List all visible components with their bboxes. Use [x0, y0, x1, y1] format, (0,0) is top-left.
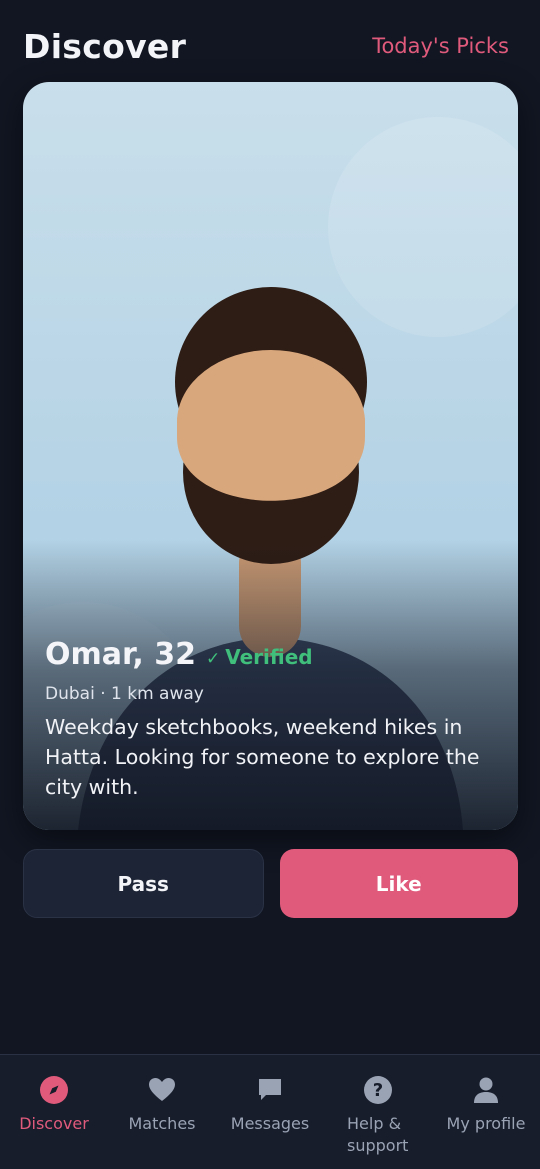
chat-bubble-icon — [255, 1075, 285, 1105]
nav-item-profile[interactable]: My profile — [432, 1055, 540, 1169]
svg-text:?: ? — [373, 1080, 383, 1101]
bottom-nav: Discover Matches Messages ? Help & suppo… — [0, 1054, 540, 1169]
nav-label-messages: Messages — [230, 1114, 310, 1133]
compass-icon — [39, 1075, 69, 1105]
person-icon — [471, 1075, 501, 1105]
verified-label: Verified — [225, 645, 313, 669]
verified-badge: ✓ Verified — [206, 645, 313, 669]
profile-bio: Weekday sketchbooks, weekend hikes in Ha… — [45, 715, 480, 799]
nav-item-discover[interactable]: Discover — [0, 1055, 108, 1169]
profile-info: Omar, 32 ✓ Verified Dubai · 1 km away Wee… — [45, 637, 496, 802]
nav-label-matches: Matches — [128, 1114, 196, 1133]
nav-label-profile: My profile — [446, 1114, 526, 1133]
profile-location: Dubai · 1 km away — [45, 684, 204, 704]
nav-item-messages[interactable]: Messages — [216, 1055, 324, 1169]
pass-button[interactable]: Pass — [23, 849, 264, 918]
nav-item-help[interactable]: ? Help & support — [324, 1055, 432, 1169]
nav-label-discover: Discover — [19, 1114, 89, 1133]
todays-picks-link[interactable]: Today's Picks — [372, 34, 509, 58]
heart-icon — [147, 1075, 177, 1105]
like-button[interactable]: Like — [279, 849, 518, 918]
profile-name: Omar, 32 — [45, 637, 196, 672]
name-row: Omar, 32 ✓ Verified — [45, 637, 496, 672]
action-buttons: Pass Like — [23, 849, 518, 918]
nav-item-matches[interactable]: Matches — [108, 1055, 216, 1169]
discover-screen: Discover Today's Picks Omar, 32 ✓ Verifie… — [0, 0, 540, 1169]
page-title: Discover — [23, 26, 187, 66]
profile-card[interactable]: Omar, 32 ✓ Verified Dubai · 1 km away Wee… — [23, 82, 518, 830]
question-icon: ? — [363, 1075, 393, 1105]
header: Discover Today's Picks — [23, 24, 509, 68]
nav-label-help: Help & support — [347, 1114, 409, 1155]
checkmark-icon: ✓ — [205, 649, 221, 669]
